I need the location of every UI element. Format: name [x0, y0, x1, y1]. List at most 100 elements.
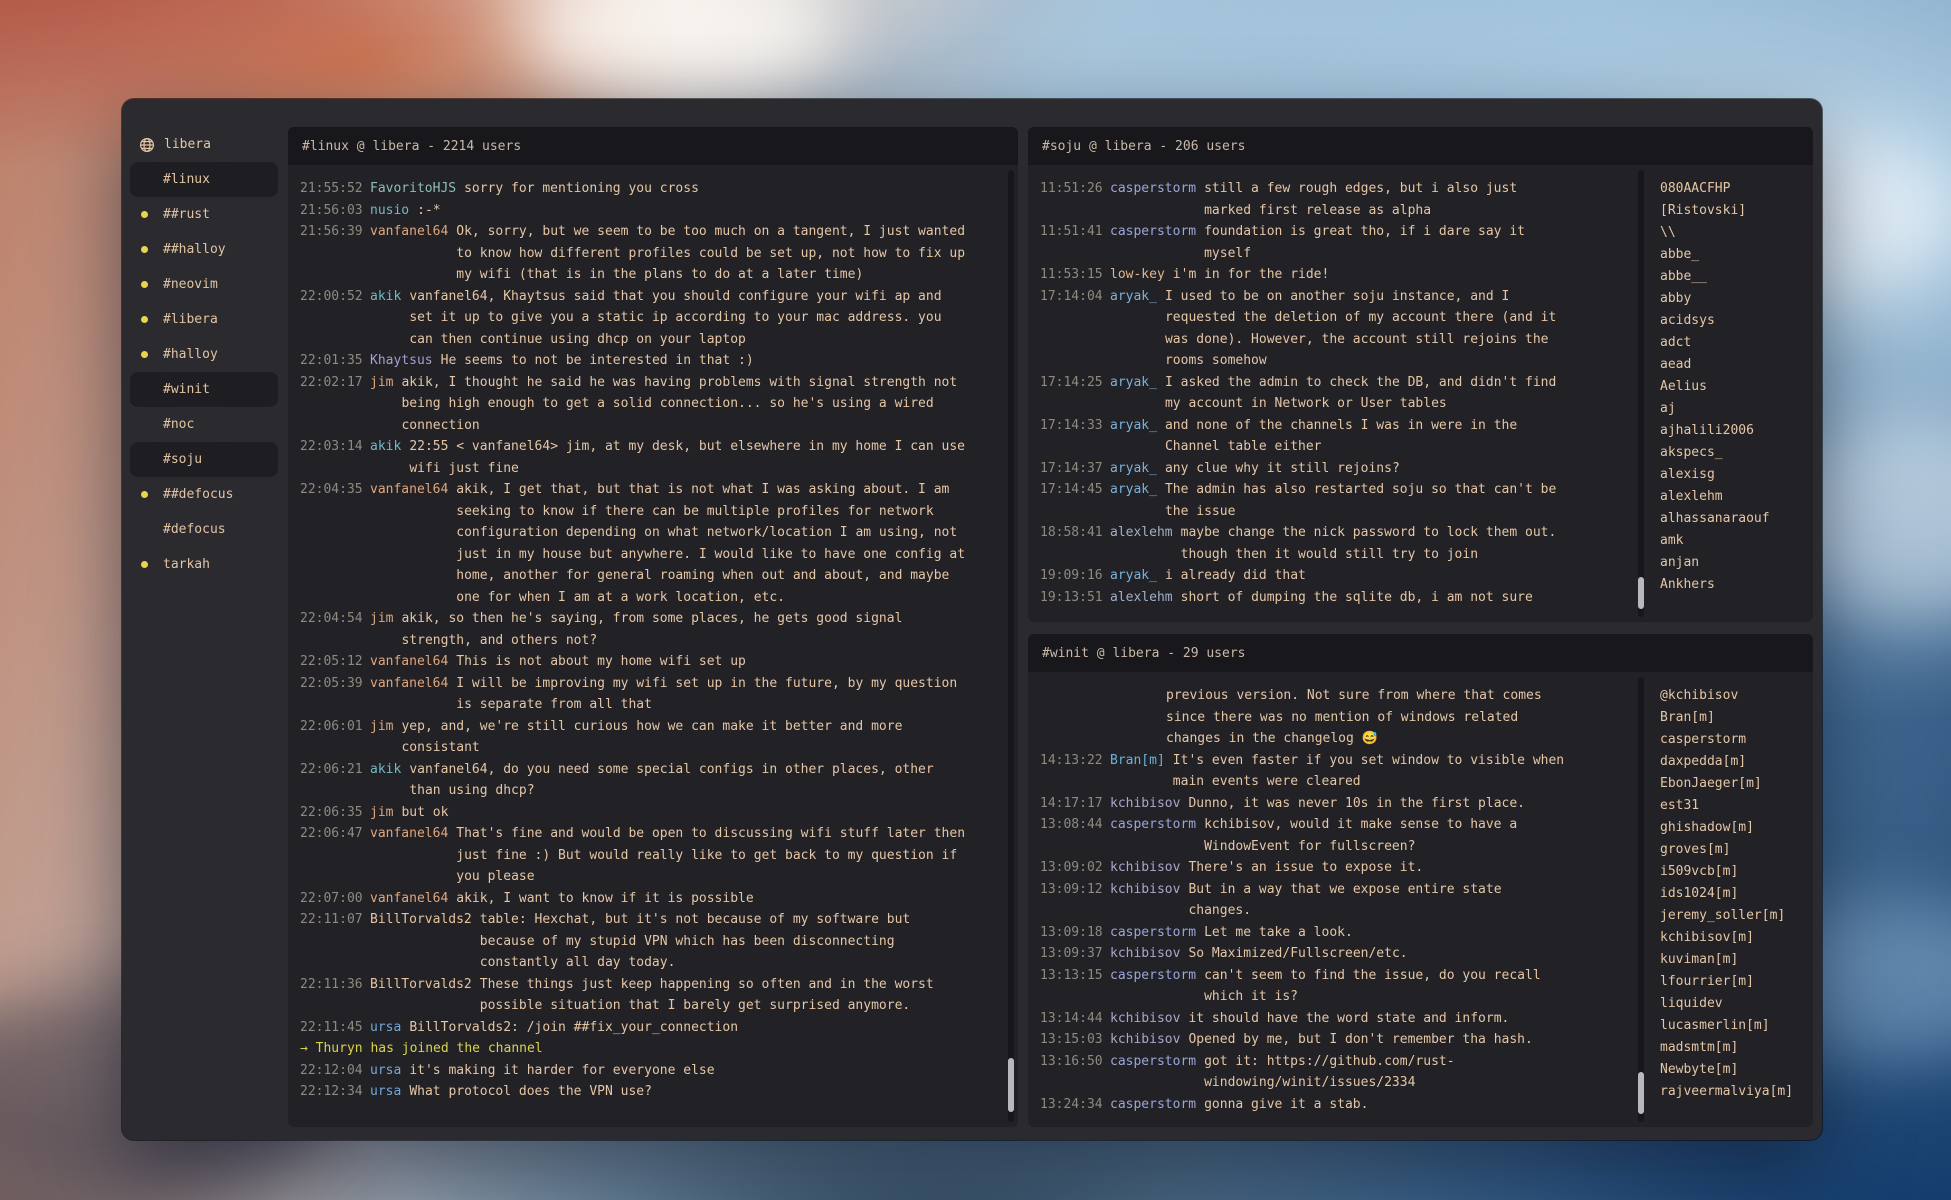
sidebar-item-rust[interactable]: ##rust [130, 197, 278, 232]
userlist-item[interactable]: abbe_ [1660, 244, 1813, 266]
userlist-item[interactable]: casperstorm [1660, 729, 1813, 751]
sidebar-item-halloy[interactable]: #halloy [130, 337, 278, 372]
userlist-item[interactable]: akspecs_ [1660, 442, 1813, 464]
nickname[interactable]: casperstorm [1110, 221, 1196, 243]
nickname[interactable]: casperstorm [1110, 178, 1196, 200]
userlist-item[interactable]: alexlehm [1660, 486, 1813, 508]
nickname[interactable]: aryak_ [1110, 286, 1157, 308]
userlist-item[interactable]: Newbyte[m] [1660, 1059, 1813, 1081]
nickname[interactable]: akik [370, 759, 401, 781]
userlist-item[interactable]: EbonJaeger[m] [1660, 773, 1813, 795]
nickname[interactable]: alexlehm [1110, 587, 1173, 609]
userlist-item[interactable]: alexisg [1660, 464, 1813, 486]
pane-soju-header[interactable]: #soju @ libera - 206 users [1028, 127, 1813, 165]
sidebar-item-defocus[interactable]: ##defocus [130, 477, 278, 512]
nickname[interactable]: casperstorm [1110, 814, 1196, 836]
scrollbar-thumb[interactable] [1638, 1072, 1644, 1114]
pane-linux-header[interactable]: #linux @ libera - 2214 users [288, 127, 1018, 165]
nickname[interactable]: jim [370, 608, 393, 630]
userlist-item[interactable]: adct [1660, 332, 1813, 354]
nickname[interactable]: Bran[m] [1110, 750, 1165, 772]
nickname[interactable]: kchibisov [1110, 1008, 1180, 1030]
userlist-item[interactable]: \\ [1660, 222, 1813, 244]
userlist-item[interactable]: lucasmerlin[m] [1660, 1015, 1813, 1037]
nickname[interactable]: jim [370, 372, 393, 394]
linux-messages[interactable]: 21:55:52FavoritoHJSsorry for mentioning … [288, 165, 1006, 1127]
nickname[interactable]: alexlehm [1110, 522, 1173, 544]
userlist-item[interactable]: madsmtm[m] [1660, 1037, 1813, 1059]
nickname[interactable]: aryak_ [1110, 372, 1157, 394]
nickname[interactable]: kchibisov [1110, 943, 1180, 965]
userlist-item[interactable]: amk [1660, 530, 1813, 552]
userlist-item[interactable]: 080AACFHP [1660, 178, 1813, 200]
nickname[interactable]: kchibisov [1110, 793, 1180, 815]
nickname[interactable]: kchibisov [1110, 879, 1180, 901]
sidebar-item-noc[interactable]: #noc [130, 407, 278, 442]
userlist-item[interactable]: lfourrier[m] [1660, 971, 1813, 993]
userlist-item[interactable]: Bran[m] [1660, 707, 1813, 729]
userlist-item[interactable]: alhassanaraouf [1660, 508, 1813, 530]
nickname[interactable]: akik [370, 436, 401, 458]
nickname[interactable]: casperstorm [1110, 1051, 1196, 1073]
nickname[interactable]: aryak_ [1110, 479, 1157, 501]
sidebar-item-neovim[interactable]: #neovim [130, 267, 278, 302]
sidebar-server-libera[interactable]: libera [130, 127, 278, 162]
nickname[interactable]: ursa [370, 1081, 401, 1103]
nickname[interactable]: vanfanel64 [370, 888, 448, 910]
sidebar-item-winit[interactable]: #winit [130, 372, 278, 407]
nickname[interactable]: Khaytsus [370, 350, 433, 372]
userlist-item[interactable]: aead [1660, 354, 1813, 376]
nickname[interactable]: aryak_ [1110, 458, 1157, 480]
nickname[interactable]: vanfanel64 [370, 651, 448, 673]
userlist-item[interactable]: daxpedda[m] [1660, 751, 1813, 773]
soju-userlist[interactable]: 080AACFHP[Ristovski]\\abbe_abbe__abbyaci… [1648, 165, 1813, 622]
userlist-item[interactable]: groves[m] [1660, 839, 1813, 861]
userlist-item[interactable]: anjan [1660, 552, 1813, 574]
nickname[interactable]: BillTorvalds2 [370, 909, 472, 931]
sidebar-item-libera[interactable]: #libera [130, 302, 278, 337]
sidebar-item-tarkah[interactable]: tarkah [130, 547, 278, 582]
nickname[interactable]: jim [370, 802, 393, 824]
nickname[interactable]: FavoritoHJS [370, 178, 456, 200]
nickname[interactable]: jim [370, 716, 393, 738]
winit-userlist[interactable]: @kchibisovBran[m]casperstormdaxpedda[m]E… [1648, 672, 1813, 1127]
pane-winit-header[interactable]: #winit @ libera - 29 users [1028, 634, 1813, 672]
userlist-item[interactable]: aj [1660, 398, 1813, 420]
userlist-item[interactable]: est31 [1660, 795, 1813, 817]
nickname[interactable]: casperstorm [1110, 922, 1196, 944]
userlist-item[interactable]: jeremy_soller[m] [1660, 905, 1813, 927]
userlist-item[interactable]: rajveermalviya[m] [1660, 1081, 1813, 1103]
userlist-item[interactable]: i509vcb[m] [1660, 861, 1813, 883]
nickname[interactable]: vanfanel64 [370, 823, 448, 845]
userlist-item[interactable]: ids1024[m] [1660, 883, 1813, 905]
winit-messages[interactable]: previous version. Not sure from where th… [1028, 672, 1636, 1127]
nickname[interactable]: casperstorm [1110, 1094, 1196, 1116]
nickname[interactable]: akik [370, 286, 401, 308]
nickname[interactable]: vanfanel64 [370, 221, 448, 243]
userlist-item[interactable]: ajhalili2006 [1660, 420, 1813, 442]
userlist-item[interactable]: kchibisov[m] [1660, 927, 1813, 949]
nickname[interactable]: low-key [1110, 264, 1165, 286]
userlist-item[interactable]: liquidev [1660, 993, 1813, 1015]
soju-messages[interactable]: 11:51:26casperstormstill a few rough edg… [1028, 165, 1636, 622]
scrollbar-thumb[interactable] [1008, 1058, 1014, 1112]
userlist-item[interactable]: [Ristovski] [1660, 200, 1813, 222]
userlist-item[interactable]: Ankhers [1660, 574, 1813, 596]
nickname[interactable]: vanfanel64 [370, 673, 448, 695]
nickname[interactable]: nusio [370, 200, 409, 222]
sidebar-item-soju[interactable]: #soju [130, 442, 278, 477]
nickname[interactable]: kchibisov [1110, 857, 1180, 879]
scrollbar-thumb[interactable] [1638, 577, 1644, 609]
userlist-item[interactable]: abby [1660, 288, 1813, 310]
sidebar-item-defocus[interactable]: #defocus [130, 512, 278, 547]
nickname[interactable]: kchibisov [1110, 1029, 1180, 1051]
userlist-item[interactable]: acidsys [1660, 310, 1813, 332]
userlist-item[interactable]: abbe__ [1660, 266, 1813, 288]
userlist-item[interactable]: kuviman[m] [1660, 949, 1813, 971]
sidebar-item-linux[interactable]: #linux [130, 162, 278, 197]
userlist-item[interactable]: ghishadow[m] [1660, 817, 1813, 839]
sidebar-item-halloy[interactable]: ##halloy [130, 232, 278, 267]
userlist-item[interactable]: Aelius [1660, 376, 1813, 398]
nickname[interactable]: aryak_ [1110, 415, 1157, 437]
nickname[interactable]: ursa [370, 1060, 401, 1082]
